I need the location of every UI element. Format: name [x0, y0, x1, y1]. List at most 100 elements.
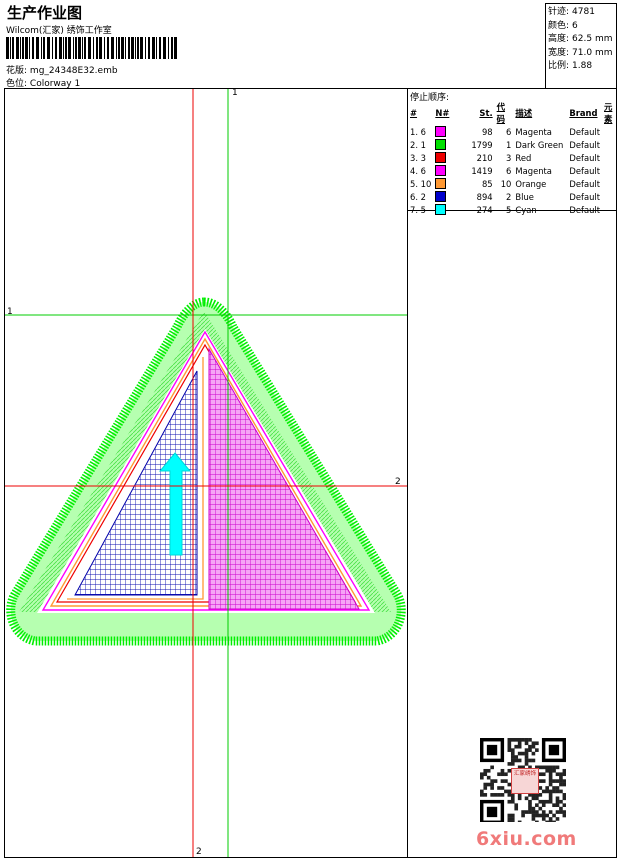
info-label: 高度:	[548, 34, 570, 44]
color-swatch	[435, 126, 447, 137]
stop-index: 6. 2	[410, 191, 426, 202]
stop-row: 2. 1 1799 1 Dark Green Default	[408, 138, 620, 151]
stop-description: Orange	[515, 178, 547, 189]
stop-element	[602, 190, 620, 203]
stop-index: 2. 1	[410, 139, 426, 150]
red-h-guide-label: 2	[395, 477, 401, 487]
embroidery-design	[5, 89, 407, 857]
stop-code: 6	[506, 126, 512, 137]
design-line: 花版: mg_24348E32.emb	[6, 63, 118, 76]
stop-index: 3. 3	[410, 152, 426, 163]
stop-table-header: # N# St. 代码 描述 Brand 元素	[408, 101, 620, 125]
stop-code: 10	[500, 178, 512, 189]
studio-subtitle: Wilcom(汇家) 绣饰工作室	[6, 26, 112, 36]
red-v-guide-label: 2	[196, 847, 202, 857]
stop-index: 5. 10	[410, 178, 432, 189]
color-swatch	[435, 178, 447, 189]
stop-swatch-cell	[433, 151, 469, 164]
stop-description: Cyan	[515, 204, 537, 215]
stop-stitches: 85	[481, 178, 493, 189]
stop-swatch-cell	[433, 177, 469, 190]
stop-row: 5. 10 85 10 Orange Default	[408, 177, 620, 190]
stop-element	[602, 138, 620, 151]
stop-row: 3. 3 210 3 Red Default	[408, 151, 620, 164]
info-row: 宽度: 71.0 mm	[548, 45, 612, 58]
info-value: 6	[572, 20, 578, 31]
stop-element	[602, 164, 620, 177]
stop-index: 4. 6	[410, 165, 426, 176]
col-index: #	[410, 108, 418, 118]
info-row: 高度: 62.5 mm	[548, 31, 612, 44]
stamp-text: 汇家绣饰	[514, 771, 537, 777]
color-swatch	[435, 139, 447, 150]
info-label: 宽度:	[548, 47, 570, 58]
stop-element	[602, 151, 620, 164]
stop-brand: Default	[569, 139, 600, 150]
stop-brand: Default	[569, 152, 600, 163]
stop-swatch-cell	[433, 190, 469, 203]
color-swatch	[435, 191, 447, 202]
stop-brand: Default	[569, 126, 600, 137]
stop-element	[602, 203, 620, 216]
color-swatch	[435, 152, 447, 163]
stop-element	[602, 125, 620, 138]
info-value: 71.0 mm	[572, 47, 613, 58]
stop-swatch-cell	[433, 125, 469, 138]
stop-stitches: 274	[476, 204, 493, 215]
stop-description: Magenta	[515, 126, 552, 137]
stop-swatch-cell	[433, 138, 469, 151]
stamp-seal: 汇家绣饰	[511, 768, 539, 794]
info-row: 颜色: 6	[548, 18, 578, 31]
info-value: 4781	[572, 7, 595, 17]
stop-code: 2	[506, 191, 512, 202]
stop-code: 5	[506, 204, 512, 215]
stop-swatch-cell	[433, 203, 469, 216]
col-brand: Brand	[569, 108, 598, 118]
stop-swatch-cell	[433, 164, 469, 177]
stop-description: Red	[515, 152, 532, 163]
stop-description: Dark Green	[515, 139, 564, 150]
color-swatch	[435, 204, 447, 215]
col-stitches: St.	[479, 108, 493, 118]
stop-row: 1. 6 98 6 Magenta Default	[408, 125, 620, 138]
stop-row: 4. 6 1419 6 Magenta Default	[408, 164, 620, 177]
info-value: 62.5 mm	[572, 34, 613, 44]
page-title: 生产作业图	[7, 4, 83, 22]
info-value: 1.88	[572, 61, 593, 71]
stop-stitches: 1419	[471, 165, 493, 176]
stop-row: 7. 5 274 5 Cyan Default	[408, 203, 620, 216]
col-code: 代码	[496, 102, 506, 124]
info-label: 针迹:	[548, 7, 570, 17]
stop-stitches: 1799	[471, 139, 493, 150]
stop-brand: Default	[569, 178, 600, 189]
info-label: 颜色:	[548, 20, 570, 31]
stop-brand: Default	[569, 191, 600, 202]
stop-description: Blue	[515, 191, 534, 202]
stop-code: 1	[506, 139, 512, 150]
stop-sequence-table: # N# St. 代码 描述 Brand 元素 1. 6 98 6 Magenta De…	[408, 101, 620, 216]
info-row: 针迹: 4781	[548, 4, 595, 17]
color-swatch	[435, 165, 447, 176]
barcode-image	[6, 37, 177, 59]
stop-row: 6. 2 894 2 Blue Default	[408, 190, 620, 203]
stop-index: 7. 5	[410, 204, 426, 215]
design-label: 花版:	[6, 66, 28, 76]
green-v-guide-label: 1	[232, 88, 238, 98]
info-label: 比例:	[548, 61, 570, 71]
stop-stitches: 98	[481, 126, 493, 137]
stop-brand: Default	[569, 165, 600, 176]
stop-stitches: 210	[476, 152, 493, 163]
stop-element	[602, 177, 620, 190]
watermark-text: 6xiu.com	[476, 828, 577, 850]
design-filename: mg_24348E32.emb	[29, 66, 118, 76]
col-element: 元素	[604, 102, 613, 124]
magenta-grid	[209, 349, 359, 609]
stop-index: 1. 6	[410, 126, 426, 137]
col-description: 描述	[515, 108, 533, 118]
stop-brand: Default	[569, 204, 600, 215]
info-row: 比例: 1.88	[548, 58, 592, 71]
stop-code: 6	[506, 165, 512, 176]
col-needle: N#	[435, 108, 450, 118]
green-h-guide-label: 1	[7, 307, 13, 317]
stop-stitches: 894	[476, 191, 493, 202]
